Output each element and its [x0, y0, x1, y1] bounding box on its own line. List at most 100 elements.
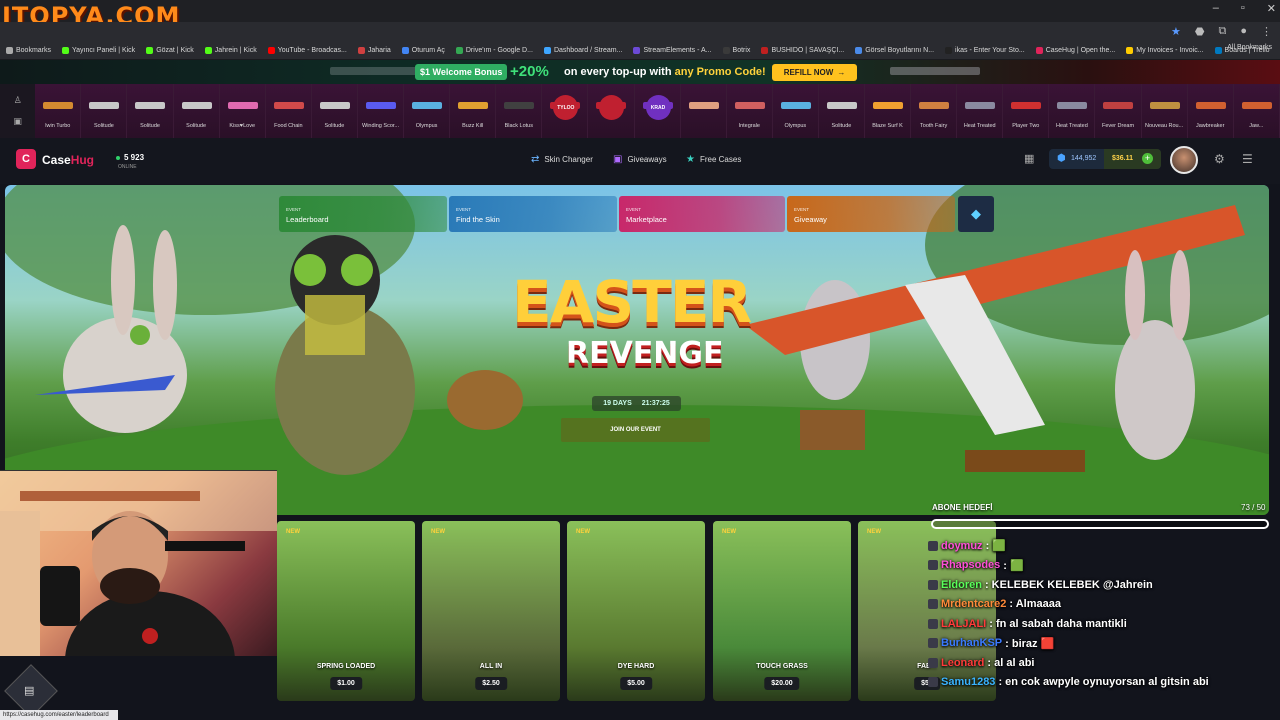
case-card[interactable]: NEW ALL IN $2.50	[422, 521, 560, 701]
live-drop-item[interactable]	[588, 84, 635, 138]
live-drop-item[interactable]: Integrale	[726, 84, 773, 138]
bookmark-item[interactable]: Jahrein | Kick	[204, 47, 257, 54]
live-drop-item[interactable]: Jawbreaker	[1187, 84, 1234, 138]
chat-username[interactable]: BurhanKSP	[941, 637, 1002, 649]
bookmark-icon	[401, 47, 409, 54]
profile-icon[interactable]: ●	[1240, 25, 1247, 38]
add-funds-button[interactable]: +	[1142, 153, 1153, 164]
live-drop-item[interactable]: Blaze Surf K	[864, 84, 912, 138]
join-event-button[interactable]: JOIN OUR EVENT	[561, 418, 710, 442]
bookmark-item[interactable]: Drive'ım - Google D...	[455, 47, 533, 54]
live-drop-item[interactable]: TYLOO	[542, 84, 589, 138]
live-drop-item[interactable]: Solitude	[311, 84, 358, 138]
live-drop-item[interactable]: Solitude	[81, 84, 128, 138]
bookmark-item[interactable]: Görsel Boyutlarını N...	[855, 47, 934, 54]
nav-giveaways[interactable]: ▣ Giveaways	[613, 154, 667, 165]
restore-icon[interactable]: ▫	[1241, 2, 1245, 15]
weapon-skin-icon	[365, 102, 396, 109]
gear-icon[interactable]: ⚙	[1214, 152, 1225, 166]
refill-now-button[interactable]: REFILL NOW →	[772, 64, 857, 81]
user-avatar[interactable]	[1170, 146, 1198, 174]
live-drop-item[interactable]: Olympus	[772, 84, 819, 138]
case-card[interactable]: NEW SPRING LOADED $1.00	[277, 521, 415, 701]
live-drop-item[interactable]: Food Chain	[265, 84, 312, 138]
live-drop-item[interactable]: Jaw...	[1233, 84, 1280, 138]
bookmark-item[interactable]: Yayıncı Paneli | Kick	[62, 47, 135, 54]
user-icon[interactable]: ♙	[14, 95, 22, 106]
bookmark-label: Dashboard / Stream...	[553, 47, 623, 54]
live-drop-item[interactable]: Heat Treated	[957, 84, 1004, 138]
event-tab-marketplace[interactable]: EVENT Marketplace	[619, 196, 785, 232]
casehug-logo-icon[interactable]: C	[16, 149, 36, 169]
event-tab-leaderboard[interactable]: EVENT Leaderboard	[279, 196, 447, 232]
drop-skin-name: Player Two	[1012, 123, 1040, 129]
bookmark-item[interactable]: Dashboard / Stream...	[543, 47, 623, 54]
weapon-skin-icon	[1241, 102, 1272, 109]
brand-name[interactable]: CaseHug	[42, 153, 94, 167]
chat-username[interactable]: LALJALI	[941, 618, 986, 630]
diamond-icon[interactable]: ◆	[958, 196, 994, 232]
live-drop-item[interactable]: Buzz Kill	[450, 84, 497, 138]
live-drop-item[interactable]	[680, 84, 727, 138]
minimize-icon[interactable]: –	[1213, 2, 1219, 15]
inventory-icon[interactable]: ▦	[1024, 152, 1040, 166]
bookmark-label: Oturum Aç	[411, 47, 445, 54]
more-icon[interactable]: ⋮	[1261, 25, 1272, 38]
live-drop-item[interactable]: Heat Treated	[1049, 84, 1096, 138]
live-drop-item[interactable]: KRAD	[634, 84, 681, 138]
case-card[interactable]: NEW DYE HARD $5.00	[567, 521, 705, 701]
bookmark-item[interactable]: Botrix	[722, 47, 750, 54]
address-bar[interactable]	[0, 22, 1280, 42]
live-drop-item[interactable]: lwin Turbo	[35, 84, 82, 138]
coin-amount: 144,952	[1071, 155, 1097, 162]
chat-username[interactable]: doymuz	[941, 540, 983, 552]
case-card[interactable]: NEW TOUCH GRASS $20.00	[713, 521, 851, 701]
streamer-webcam	[0, 470, 277, 656]
nav-free-cases[interactable]: ★ Free Cases	[686, 154, 741, 165]
weapon-skin-icon	[688, 102, 719, 109]
weapon-skin-icon	[43, 102, 74, 109]
chat-username[interactable]: Mrdentcare2	[941, 598, 1006, 610]
live-drop-item[interactable]: Fever Dream	[1095, 84, 1142, 138]
puzzle-icon[interactable]: ⧉	[1218, 25, 1226, 38]
star-icon[interactable]: ★	[1171, 25, 1181, 38]
chat-username[interactable]: Samu1283	[941, 676, 995, 688]
bookmark-item[interactable]: CaseHug | Open the...	[1035, 47, 1115, 54]
bookmark-item[interactable]: My Invoices - Invoic...	[1126, 47, 1204, 54]
bookmark-item[interactable]: YouTube - Broadcas...	[267, 47, 347, 54]
chat-message: doymuz: 🟩	[928, 536, 1268, 556]
box-icon[interactable]: ▣	[13, 116, 22, 127]
chat-username[interactable]: Eldoren	[941, 579, 982, 591]
event-tab-giveaway[interactable]: EVENT Giveaway	[787, 196, 955, 232]
close-icon[interactable]: ✕	[1267, 2, 1276, 15]
bookmark-icon	[455, 47, 463, 54]
cash-amount: $36.11	[1112, 155, 1134, 162]
chat-username[interactable]: Leonard	[941, 657, 984, 669]
bookmark-item[interactable]: StreamElements - A...	[633, 47, 712, 54]
bookmark-item[interactable]: ikas - Enter Your Sto...	[945, 47, 1025, 54]
live-drop-item[interactable]: Solitude	[818, 84, 865, 138]
hamburger-menu-icon[interactable]: ☰	[1242, 152, 1253, 166]
bookmark-item[interactable]: BUSHIDO | SAVAŞÇI...	[761, 47, 844, 54]
live-drop-item[interactable]: Kiss♥Love	[219, 84, 266, 138]
chat-text: : al al abi	[987, 656, 1035, 669]
bookmark-item[interactable]: Oturum Aç	[401, 47, 445, 54]
live-drop-item[interactable]: Winding Scor...	[357, 84, 405, 138]
nav-skin-changer[interactable]: ⇄ Skin Changer	[531, 154, 593, 165]
event-tab-find-the-skin[interactable]: EVENT Find the Skin	[449, 196, 617, 232]
bookmark-item[interactable]: Jaharia	[357, 47, 391, 54]
live-drop-item[interactable]: Solitude	[127, 84, 174, 138]
chat-username[interactable]: Rhapsodes	[941, 559, 1000, 571]
extension-icon[interactable]: ⬣	[1195, 25, 1205, 38]
promo-percent: +20%	[510, 63, 549, 80]
bookmark-item[interactable]: Gözat | Kick	[146, 47, 194, 54]
all-bookmarks[interactable]: All Bookmarks	[1227, 44, 1272, 51]
live-drop-item[interactable]: Black Lotus	[496, 84, 543, 138]
live-drop-item[interactable]: Tooth Fairy	[911, 84, 958, 138]
live-drop-item[interactable]: Nouveau Rou...	[1141, 84, 1188, 138]
drop-skin-name: Heat Treated	[963, 123, 996, 129]
bookmark-item[interactable]: Bookmarks	[6, 47, 51, 54]
live-drop-item[interactable]: Olympus	[404, 84, 451, 138]
live-drop-item[interactable]: Solitude	[173, 84, 220, 138]
live-drop-item[interactable]: Player Two	[1003, 84, 1050, 138]
